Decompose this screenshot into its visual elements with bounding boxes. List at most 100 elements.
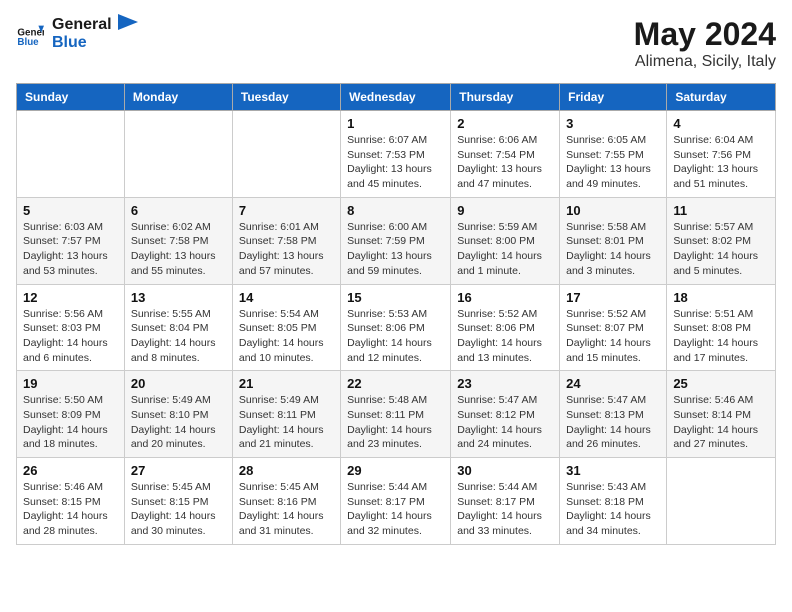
day-number: 3 [566,116,660,131]
day-number: 9 [457,203,553,218]
header-day-thursday: Thursday [451,84,560,111]
calendar-cell [667,458,776,545]
calendar-cell: 23 Sunrise: 5:47 AM Sunset: 8:12 PM Dayli… [451,371,560,458]
calendar-cell: 11 Sunrise: 5:57 AM Sunset: 8:02 PM Dayli… [667,197,776,284]
logo-general: General [52,16,112,34]
svg-text:Blue: Blue [17,37,39,48]
calendar-cell: 5 Sunrise: 6:03 AM Sunset: 7:57 PM Daylig… [17,197,125,284]
calendar-cell: 10 Sunrise: 5:58 AM Sunset: 8:01 PM Dayli… [560,197,667,284]
day-info: Sunrise: 5:49 AM Sunset: 8:11 PM Dayligh… [239,393,334,452]
calendar-cell: 30 Sunrise: 5:44 AM Sunset: 8:17 PM Dayli… [451,458,560,545]
day-info: Sunrise: 5:44 AM Sunset: 8:17 PM Dayligh… [347,480,444,539]
header-day-monday: Monday [124,84,232,111]
day-number: 22 [347,376,444,391]
day-info: Sunrise: 5:56 AM Sunset: 8:03 PM Dayligh… [23,307,118,366]
day-info: Sunrise: 5:58 AM Sunset: 8:01 PM Dayligh… [566,220,660,279]
header-day-saturday: Saturday [667,84,776,111]
calendar-cell: 26Sunrise: 5:46 AM Sunset: 8:15 PM Dayli… [17,458,125,545]
calendar-cell: 4 Sunrise: 6:04 AM Sunset: 7:56 PM Daylig… [667,111,776,198]
day-number: 13 [131,290,226,305]
day-number: 24 [566,376,660,391]
day-number: 29 [347,463,444,478]
day-info: Sunrise: 5:47 AM Sunset: 8:12 PM Dayligh… [457,393,553,452]
week-row-5: 26Sunrise: 5:46 AM Sunset: 8:15 PM Dayli… [17,458,776,545]
logo: General Blue General Blue [16,16,142,51]
calendar-cell: 14Sunrise: 5:54 AM Sunset: 8:05 PM Dayli… [232,284,340,371]
logo-icon: General Blue [16,20,44,48]
day-number: 2 [457,116,553,131]
calendar-cell: 7 Sunrise: 6:01 AM Sunset: 7:58 PM Daylig… [232,197,340,284]
day-number: 7 [239,203,334,218]
day-info: Sunrise: 5:54 AM Sunset: 8:05 PM Dayligh… [239,307,334,366]
day-info: Sunrise: 6:04 AM Sunset: 7:56 PM Dayligh… [673,133,769,192]
title-area: May 2024 Alimena, Sicily, Italy [634,16,776,71]
day-info: Sunrise: 5:44 AM Sunset: 8:17 PM Dayligh… [457,480,553,539]
calendar-cell: 21Sunrise: 5:49 AM Sunset: 8:11 PM Dayli… [232,371,340,458]
calendar-cell [124,111,232,198]
calendar-cell: 6 Sunrise: 6:02 AM Sunset: 7:58 PM Daylig… [124,197,232,284]
calendar-table: SundayMondayTuesdayWednesdayThursdayFrid… [16,83,776,545]
day-info: Sunrise: 5:48 AM Sunset: 8:11 PM Dayligh… [347,393,444,452]
calendar-cell: 27 Sunrise: 5:45 AM Sunset: 8:15 PM Dayli… [124,458,232,545]
calendar-cell: 19 Sunrise: 5:50 AM Sunset: 8:09 PM Dayli… [17,371,125,458]
calendar-cell: 9 Sunrise: 5:59 AM Sunset: 8:00 PM Daylig… [451,197,560,284]
calendar-cell: 24 Sunrise: 5:47 AM Sunset: 8:13 PM Dayli… [560,371,667,458]
day-number: 30 [457,463,553,478]
day-info: Sunrise: 5:43 AM Sunset: 8:18 PM Dayligh… [566,480,660,539]
calendar-cell: 16Sunrise: 5:52 AM Sunset: 8:06 PM Dayli… [451,284,560,371]
day-number: 20 [131,376,226,391]
day-info: Sunrise: 5:52 AM Sunset: 8:07 PM Dayligh… [566,307,660,366]
day-number: 19 [23,376,118,391]
calendar-cell: 31Sunrise: 5:43 AM Sunset: 8:18 PM Dayli… [560,458,667,545]
day-info: Sunrise: 5:46 AM Sunset: 8:14 PM Dayligh… [673,393,769,452]
day-number: 5 [23,203,118,218]
calendar-cell: 20 Sunrise: 5:49 AM Sunset: 8:10 PM Dayli… [124,371,232,458]
day-info: Sunrise: 5:59 AM Sunset: 8:00 PM Dayligh… [457,220,553,279]
day-number: 17 [566,290,660,305]
day-info: Sunrise: 6:02 AM Sunset: 7:58 PM Dayligh… [131,220,226,279]
calendar-cell: 15 Sunrise: 5:53 AM Sunset: 8:06 PM Dayli… [341,284,451,371]
day-number: 1 [347,116,444,131]
calendar-cell: 18Sunrise: 5:51 AM Sunset: 8:08 PM Dayli… [667,284,776,371]
calendar-cell [17,111,125,198]
day-info: Sunrise: 5:45 AM Sunset: 8:15 PM Dayligh… [131,480,226,539]
calendar-cell: 29 Sunrise: 5:44 AM Sunset: 8:17 PM Dayli… [341,458,451,545]
day-number: 27 [131,463,226,478]
day-number: 12 [23,290,118,305]
day-info: Sunrise: 5:57 AM Sunset: 8:02 PM Dayligh… [673,220,769,279]
day-info: Sunrise: 5:55 AM Sunset: 8:04 PM Dayligh… [131,307,226,366]
day-info: Sunrise: 6:03 AM Sunset: 7:57 PM Dayligh… [23,220,118,279]
header-day-wednesday: Wednesday [341,84,451,111]
day-number: 4 [673,116,769,131]
week-row-3: 12 Sunrise: 5:56 AM Sunset: 8:03 PM Dayli… [17,284,776,371]
month-title: May 2024 [634,16,776,53]
day-info: Sunrise: 6:07 AM Sunset: 7:53 PM Dayligh… [347,133,444,192]
day-info: Sunrise: 5:53 AM Sunset: 8:06 PM Dayligh… [347,307,444,366]
day-info: Sunrise: 5:50 AM Sunset: 8:09 PM Dayligh… [23,393,118,452]
logo-blue: Blue [52,34,112,52]
day-info: Sunrise: 5:47 AM Sunset: 8:13 PM Dayligh… [566,393,660,452]
calendar-cell: 1 Sunrise: 6:07 AM Sunset: 7:53 PM Daylig… [341,111,451,198]
week-row-4: 19 Sunrise: 5:50 AM Sunset: 8:09 PM Dayli… [17,371,776,458]
calendar-cell: 28Sunrise: 5:45 AM Sunset: 8:16 PM Dayli… [232,458,340,545]
week-row-2: 5 Sunrise: 6:03 AM Sunset: 7:57 PM Daylig… [17,197,776,284]
day-info: Sunrise: 6:06 AM Sunset: 7:54 PM Dayligh… [457,133,553,192]
header-day-sunday: Sunday [17,84,125,111]
day-info: Sunrise: 6:00 AM Sunset: 7:59 PM Dayligh… [347,220,444,279]
day-info: Sunrise: 5:49 AM Sunset: 8:10 PM Dayligh… [131,393,226,452]
calendar-cell: 12 Sunrise: 5:56 AM Sunset: 8:03 PM Dayli… [17,284,125,371]
day-info: Sunrise: 5:52 AM Sunset: 8:06 PM Dayligh… [457,307,553,366]
day-number: 10 [566,203,660,218]
day-number: 15 [347,290,444,305]
day-number: 11 [673,203,769,218]
calendar-cell: 8Sunrise: 6:00 AM Sunset: 7:59 PM Daylig… [341,197,451,284]
calendar-cell: 3Sunrise: 6:05 AM Sunset: 7:55 PM Daylig… [560,111,667,198]
day-number: 25 [673,376,769,391]
header: General Blue General Blue May 2024 Alime… [16,16,776,71]
day-number: 18 [673,290,769,305]
day-number: 23 [457,376,553,391]
day-number: 6 [131,203,226,218]
location-title: Alimena, Sicily, Italy [634,53,776,71]
day-number: 26 [23,463,118,478]
day-info: Sunrise: 6:01 AM Sunset: 7:58 PM Dayligh… [239,220,334,279]
